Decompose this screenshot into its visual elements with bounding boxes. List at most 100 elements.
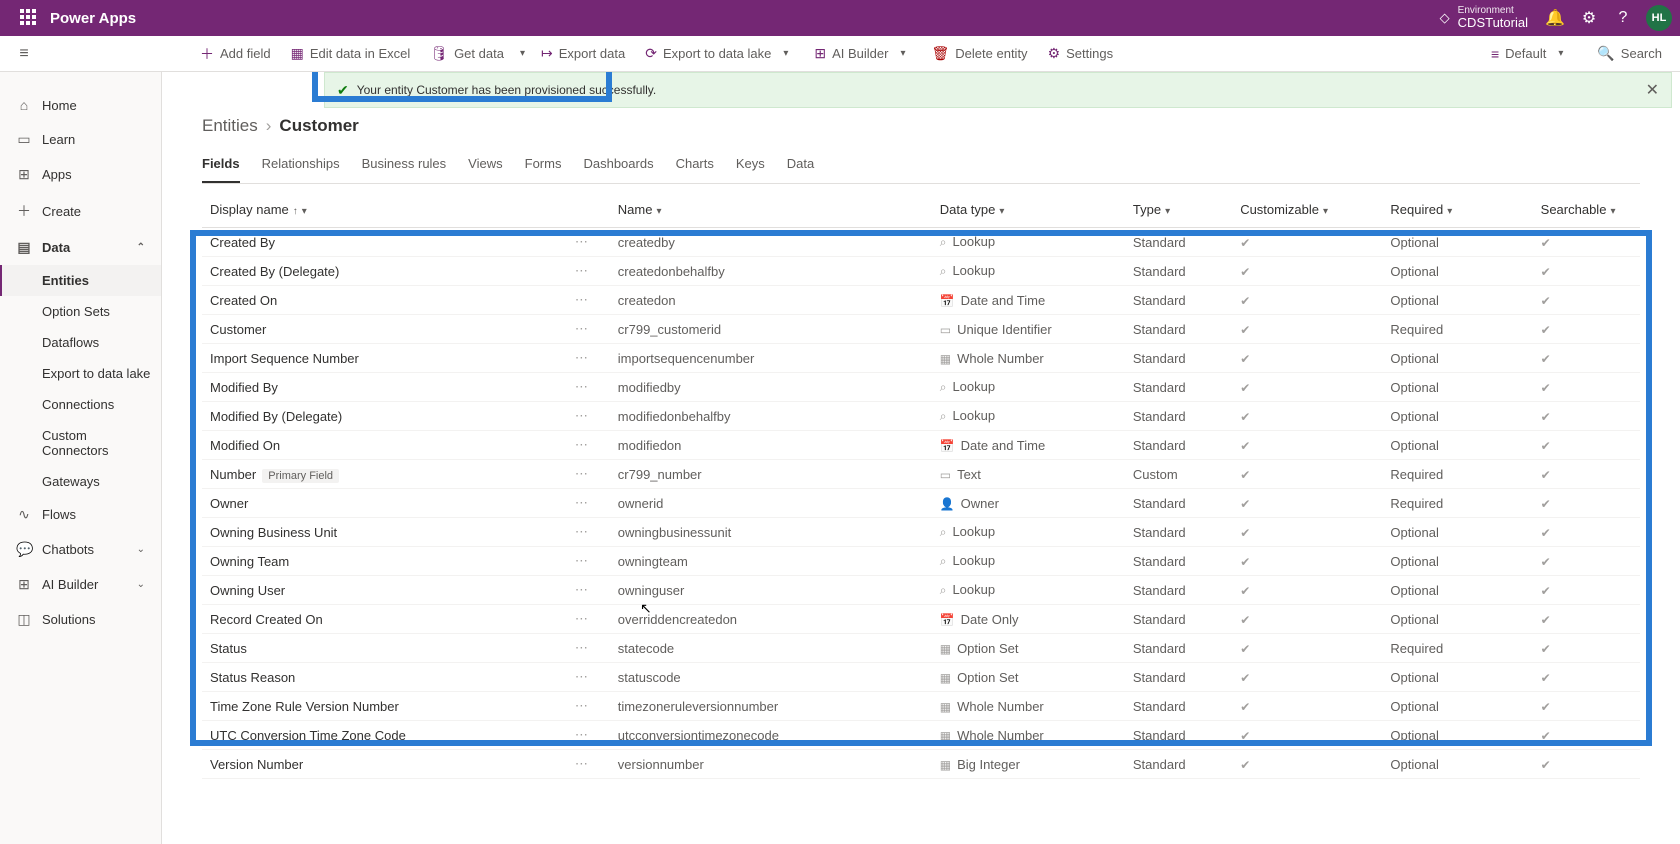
tab-dashboards[interactable]: Dashboards: [583, 150, 653, 183]
row-more-icon[interactable]: ⋯: [567, 692, 610, 721]
check-icon: ✔: [1541, 352, 1551, 366]
row-more-icon[interactable]: ⋯: [567, 344, 610, 373]
view-mode-dropdown[interactable]: ≡Default▾: [1481, 36, 1579, 72]
col-name[interactable]: Name▾: [610, 192, 932, 228]
notifications-icon[interactable]: 🔔: [1538, 8, 1572, 28]
table-row[interactable]: Owning Business Unit⋯owningbusinessunit⌕…: [202, 518, 1640, 547]
get-data-button[interactable]: 🛢Get data: [420, 36, 514, 72]
tab-relationships[interactable]: Relationships: [262, 150, 340, 183]
table-row[interactable]: Modified By⋯modifiedby⌕LookupStandard✔Op…: [202, 373, 1640, 402]
row-more-icon[interactable]: ⋯: [567, 750, 610, 779]
tab-fields[interactable]: Fields: [202, 150, 240, 183]
row-more-icon[interactable]: ⋯: [567, 460, 610, 489]
table-row[interactable]: Import Sequence Number⋯importsequencenum…: [202, 344, 1640, 373]
waffle-icon[interactable]: [20, 9, 38, 27]
table-row[interactable]: Customer⋯cr799_customerid▭Unique Identif…: [202, 315, 1640, 344]
tab-keys[interactable]: Keys: [736, 150, 765, 183]
row-more-icon[interactable]: ⋯: [567, 576, 610, 605]
row-more-icon[interactable]: ⋯: [567, 257, 610, 286]
table-row[interactable]: UTC Conversion Time Zone Code⋯utcconvers…: [202, 721, 1640, 750]
table-row[interactable]: Modified By (Delegate)⋯modifiedonbehalfb…: [202, 402, 1640, 431]
nav-create[interactable]: ＋Create: [0, 192, 161, 230]
row-more-icon[interactable]: ⋯: [567, 547, 610, 576]
export-to-data-lake-button[interactable]: ⟳Export to data lake▾: [635, 36, 804, 72]
table-row[interactable]: Owning User⋯owninguser⌕LookupStandard✔Op…: [202, 576, 1640, 605]
nav-learn[interactable]: ▭Learn: [0, 122, 161, 157]
cell-required: Required: [1382, 315, 1532, 344]
nav-custom-connectors[interactable]: Custom Connectors: [32, 420, 161, 466]
table-row[interactable]: Owner⋯ownerid👤OwnerStandard✔Required✔: [202, 489, 1640, 518]
nav-home[interactable]: ⌂Home: [0, 88, 161, 122]
datatype-icon: 📅: [940, 613, 955, 627]
cell-customizable: ✔: [1232, 286, 1382, 315]
row-more-icon[interactable]: ⋯: [567, 489, 610, 518]
settings-button[interactable]: ⚙Settings: [1038, 36, 1124, 72]
col-data-type[interactable]: Data type▾: [932, 192, 1125, 228]
nav-chatbots[interactable]: 💬Chatbots⌄: [0, 532, 161, 567]
close-icon[interactable]: ✕: [1646, 80, 1659, 100]
datatype-icon: ⌕: [940, 525, 947, 539]
nav-flows[interactable]: ∿Flows: [0, 497, 161, 532]
edit-in-excel-button[interactable]: ▦Edit data in Excel: [281, 36, 421, 72]
environment-picker[interactable]: ◇ Environment CDSTutorial: [1440, 5, 1528, 30]
row-more-icon[interactable]: ⋯: [567, 402, 610, 431]
export-data-button[interactable]: ↦Export data: [531, 36, 635, 72]
delete-entity-button[interactable]: 🗑Delete entity: [922, 36, 1038, 72]
col-customizable[interactable]: Customizable▾: [1232, 192, 1382, 228]
ai-builder-button[interactable]: ⊞AI Builder▾: [804, 36, 921, 72]
chevron-down-icon: ▾: [302, 206, 307, 217]
table-row[interactable]: Record Created On⋯overriddencreatedon📅Da…: [202, 605, 1640, 634]
chevron-down-icon[interactable]: ▾: [514, 48, 531, 59]
nav-connections[interactable]: Connections: [32, 389, 161, 420]
nav-gateways[interactable]: Gateways: [32, 466, 161, 497]
nav-dataflows[interactable]: Dataflows: [32, 327, 161, 358]
table-row[interactable]: Status Reason⋯statuscode▦Option SetStand…: [202, 663, 1640, 692]
col-required[interactable]: Required▾: [1382, 192, 1532, 228]
row-more-icon[interactable]: ⋯: [567, 721, 610, 750]
settings-gear-icon[interactable]: ⚙: [1572, 8, 1606, 28]
row-more-icon[interactable]: ⋯: [567, 605, 610, 634]
row-more-icon[interactable]: ⋯: [567, 228, 610, 257]
nav-ai-builder[interactable]: ⊞AI Builder⌄: [0, 567, 161, 602]
table-row[interactable]: Version Number⋯versionnumber▦Big Integer…: [202, 750, 1640, 779]
row-more-icon[interactable]: ⋯: [567, 634, 610, 663]
search-button[interactable]: 🔍Search: [1587, 36, 1672, 72]
col-display-name[interactable]: Display name↑▾: [202, 192, 567, 228]
nav-solutions[interactable]: ◫Solutions: [0, 602, 161, 637]
col-searchable[interactable]: Searchable▾: [1533, 192, 1640, 228]
table-row[interactable]: Created On⋯createdon📅Date and TimeStanda…: [202, 286, 1640, 315]
table-row[interactable]: Modified On⋯modifiedon📅Date and TimeStan…: [202, 431, 1640, 460]
cell-searchable: ✔: [1533, 402, 1640, 431]
row-more-icon[interactable]: ⋯: [567, 663, 610, 692]
nav-apps[interactable]: ⊞Apps: [0, 157, 161, 192]
row-more-icon[interactable]: ⋯: [567, 518, 610, 547]
tab-forms[interactable]: Forms: [525, 150, 562, 183]
row-more-icon[interactable]: ⋯: [567, 286, 610, 315]
row-more-icon[interactable]: ⋯: [567, 431, 610, 460]
tab-views[interactable]: Views: [468, 150, 502, 183]
col-type[interactable]: Type▾: [1125, 192, 1232, 228]
table-row[interactable]: Created By (Delegate)⋯createdonbehalfby⌕…: [202, 257, 1640, 286]
add-field-button[interactable]: ＋Add field: [190, 36, 281, 72]
table-row[interactable]: Created By⋯createdby⌕LookupStandard✔Opti…: [202, 228, 1640, 257]
tab-data[interactable]: Data: [787, 150, 814, 183]
cell-type: Standard: [1125, 286, 1232, 315]
help-icon[interactable]: ?: [1606, 9, 1640, 27]
nav-entities[interactable]: Entities: [0, 265, 161, 296]
row-more-icon[interactable]: ⋯: [567, 315, 610, 344]
nav-export-to-data-lake[interactable]: Export to data lake: [32, 358, 161, 389]
user-avatar[interactable]: HL: [1646, 5, 1672, 31]
table-row[interactable]: NumberPrimary Field⋯cr799_number▭TextCus…: [202, 460, 1640, 489]
datatype-icon: ▦: [940, 700, 951, 714]
tab-business-rules[interactable]: Business rules: [362, 150, 447, 183]
table-row[interactable]: Time Zone Rule Version Number⋯timezoneru…: [202, 692, 1640, 721]
table-row[interactable]: Owning Team⋯owningteam⌕LookupStandard✔Op…: [202, 547, 1640, 576]
tab-charts[interactable]: Charts: [676, 150, 714, 183]
nav-data[interactable]: ▤Data⌃: [0, 230, 161, 265]
breadcrumb-root[interactable]: Entities: [202, 116, 258, 136]
table-row[interactable]: Status⋯statecode▦Option SetStandard✔Requ…: [202, 634, 1640, 663]
row-more-icon[interactable]: ⋯: [567, 373, 610, 402]
cell-type: Standard: [1125, 547, 1232, 576]
nav-toggle-icon[interactable]: ≡: [8, 45, 40, 63]
nav-option-sets[interactable]: Option Sets: [32, 296, 161, 327]
